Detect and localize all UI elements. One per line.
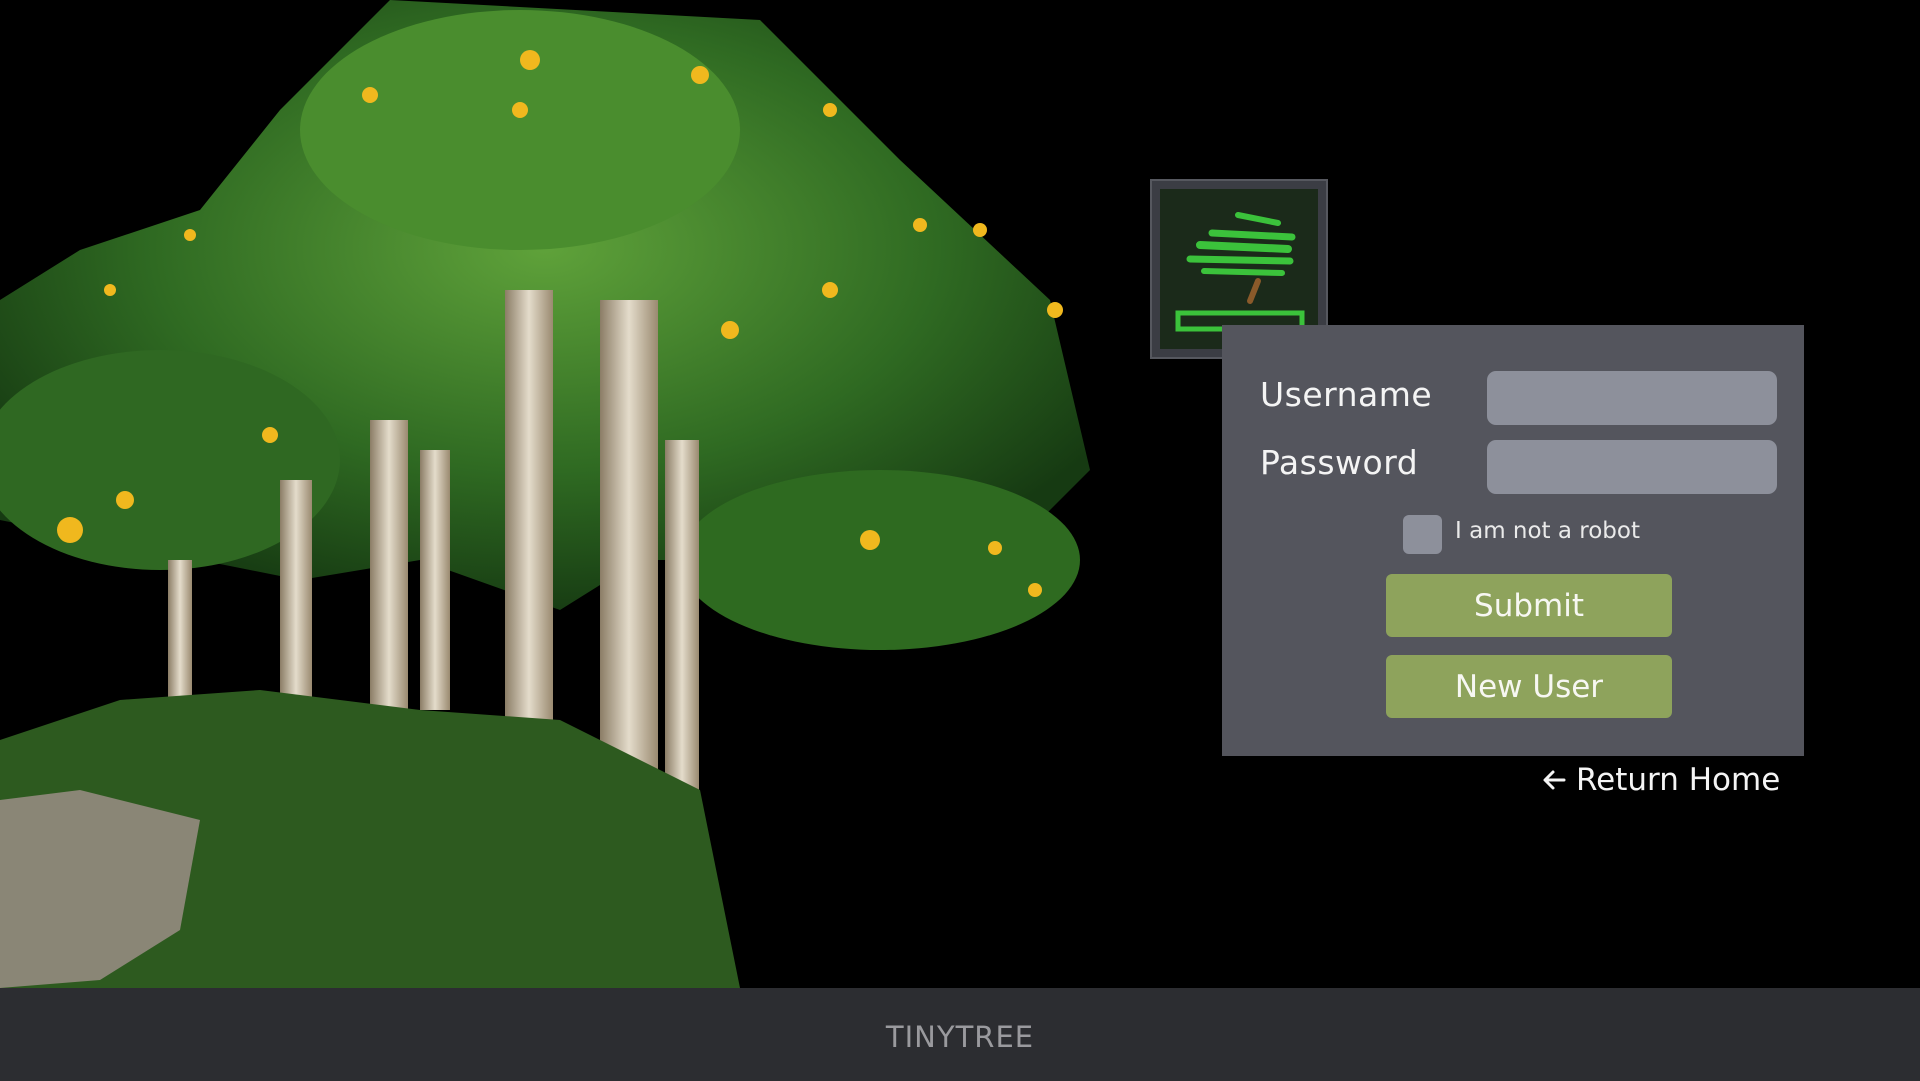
login-panel: Username Password I am not a robot Submi… bbox=[1222, 325, 1804, 756]
submit-button[interactable]: Submit bbox=[1386, 574, 1672, 637]
username-label: Username bbox=[1260, 375, 1433, 414]
not-robot-label: I am not a robot bbox=[1455, 518, 1640, 544]
password-label: Password bbox=[1260, 443, 1419, 482]
footer-brand: TINYTREE bbox=[885, 1020, 1035, 1054]
password-input[interactable] bbox=[1487, 440, 1777, 494]
bonsai-tree-image bbox=[0, 0, 1090, 990]
arrow-left-icon bbox=[1543, 770, 1566, 790]
footer: TINYTREE bbox=[0, 988, 1920, 1081]
return-home-label: Return Home bbox=[1576, 762, 1781, 798]
new-user-button[interactable]: New User bbox=[1386, 655, 1672, 718]
not-robot-checkbox[interactable] bbox=[1403, 515, 1442, 554]
username-input[interactable] bbox=[1487, 371, 1777, 425]
return-home-link[interactable]: Return Home bbox=[1540, 762, 1780, 798]
